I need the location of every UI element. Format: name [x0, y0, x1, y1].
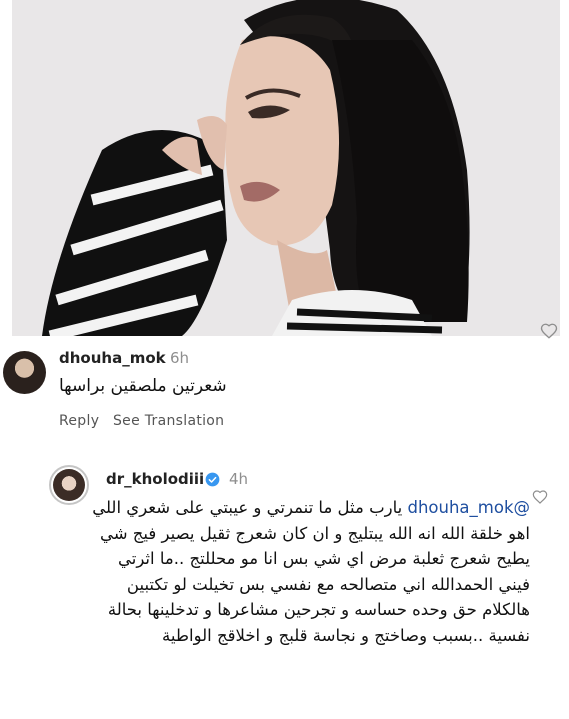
comment-username[interactable]: dhouha_mok: [59, 349, 166, 367]
comment-time: 6h: [170, 349, 190, 367]
comment-heart-icon[interactable]: [532, 489, 548, 505]
avatar-image: [53, 469, 85, 501]
comment-text: شعرتين ملصقين براسها: [59, 376, 227, 396]
comment-username[interactable]: dr_kholodiii: [106, 470, 204, 488]
comment-text: @dhouha_mok يارب مثل ما تنمرتي و عيبتي ع…: [90, 495, 530, 648]
verified-badge-icon: [205, 472, 220, 487]
comment-time: 4h: [229, 470, 249, 488]
avatar[interactable]: [3, 351, 46, 394]
reply-button[interactable]: Reply: [59, 413, 99, 429]
avatar[interactable]: [49, 465, 89, 505]
post-photo[interactable]: [12, 0, 560, 336]
see-translation-button[interactable]: See Translation: [113, 413, 224, 429]
portrait-image: [12, 0, 560, 336]
mention-link[interactable]: @dhouha_mok: [407, 498, 530, 517]
comment-body: يارب مثل ما تنمرتي و عيبتي على شعري اللي…: [92, 498, 530, 645]
post-heart-icon[interactable]: [540, 322, 558, 340]
